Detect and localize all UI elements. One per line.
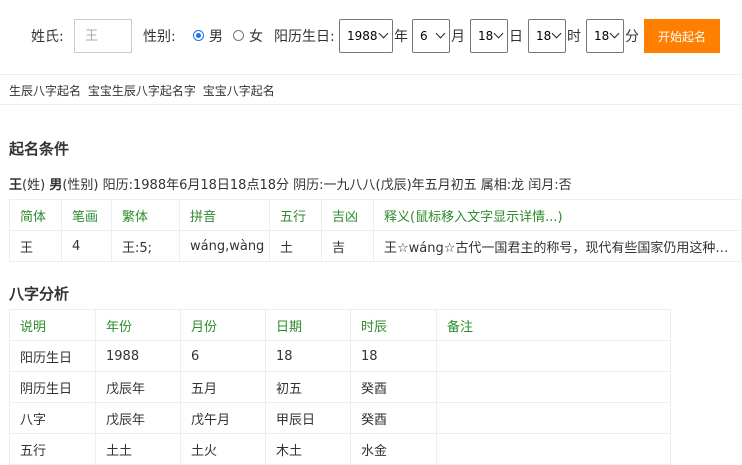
minute-select[interactable]: 18 [586,19,624,53]
col-strokes: 笔画 [61,199,112,231]
cell: 1988 [95,340,181,372]
cell-jixiong: 吉 [321,230,374,262]
gender-female-radio[interactable] [233,30,244,41]
conditions-heading: 起名条件 [9,140,70,158]
cell: 6 [180,340,266,372]
cell: 五行 [9,433,96,465]
cell-simplified: 王 [9,230,62,262]
col-description: 说明 [9,309,96,341]
table-row: 阳历生日 1988 6 18 18 [9,340,671,372]
col-jixiong: 吉凶 [321,199,374,231]
cell-notes [436,433,671,465]
year-select[interactable]: 1988 [339,19,393,53]
col-day: 日期 [265,309,351,341]
table-row: 王 4 王:5; wáng,wàng 土 吉 王☆wáng☆古代一国君主的称号，… [9,230,742,262]
hour-select[interactable]: 18 [528,19,566,53]
gender-label: 性别: [143,29,176,45]
chevron-down-icon [435,28,446,39]
year-value: 1988 [347,29,378,43]
cell-traditional: 王:5; [111,230,180,262]
table-row: 八字 戊辰年 戊午月 甲辰日 癸酉 [9,402,671,434]
month-select[interactable]: 6 [412,19,450,53]
start-naming-button[interactable]: 开始起名 [644,19,720,53]
bazi-heading: 八字分析 [9,285,70,303]
cell-strokes: 4 [61,230,112,262]
link-baby-bazi-naming[interactable]: 宝宝生辰八字起名字 [88,84,196,98]
table-header-row: 说明 年份 月份 日期 时辰 备注 [9,309,671,341]
day-select[interactable]: 18 [470,19,508,53]
name-form: 姓氏: 性别: 男 女 阳历生日: 1988 年 6 月 18 日 18 时 1… [0,0,742,75]
table-header-row: 简体 笔画 繁体 拼音 五行 吉凶 释义(鼠标移入文字显示详情...) [9,199,742,231]
cell: 土火 [180,433,266,465]
conditions-info: 王(姓) 男(性别) 阳历:1988年6月18日18点18分 阴历:一九八八(戊… [9,174,572,193]
birth-label: 阳历生日: [274,29,335,45]
chevron-down-icon [551,28,562,39]
gender-female-label[interactable]: 女 [249,26,263,46]
chevron-down-icon [378,28,389,39]
day-unit: 日 [509,29,523,45]
table-row: 阴历生日 戊辰年 五月 初五 癸酉 [9,371,671,403]
hour-value: 18 [536,29,552,43]
minute-unit: 分 [625,29,639,45]
gender-tag: (性别) [62,178,99,193]
divider [0,104,742,105]
surname-tag: (姓) [22,178,46,193]
cell-notes [436,402,671,434]
birth-details: 阳历:1988年6月18日18点18分 阴历:一九八八(戊辰)年五月初五 属相:… [102,178,572,193]
related-links: 生辰八字起名 宝宝生辰八字起名字 宝宝八字起名 [9,82,278,99]
gender-male-label[interactable]: 男 [209,26,223,46]
col-traditional: 繁体 [111,199,180,231]
cell: 18 [350,340,437,372]
cell: 五月 [180,371,266,403]
cell: 初五 [265,371,351,403]
cell-notes [436,340,671,372]
cell: 戊辰年 [95,371,181,403]
cell: 癸酉 [350,402,437,434]
cell-pinyin: wáng,wàng [179,230,270,262]
surname-value: 王 [9,178,23,193]
col-pinyin: 拼音 [179,199,270,231]
month-value: 6 [420,29,428,43]
chevron-down-icon [609,28,620,39]
chevron-down-icon [493,28,504,39]
col-hour: 时辰 [350,309,437,341]
col-notes: 备注 [436,309,671,341]
cell: 甲辰日 [265,402,351,434]
month-unit: 月 [451,29,465,45]
cell-wuxing: 土 [269,230,322,262]
col-wuxing: 五行 [269,199,322,231]
gender-value: 男 [49,178,63,193]
col-simplified: 简体 [9,199,62,231]
cell: 戊辰年 [95,402,181,434]
minute-value: 18 [594,29,610,43]
cell: 18 [265,340,351,372]
gender-male-radio[interactable] [193,30,204,41]
cell-notes [436,371,671,403]
bazi-table: 说明 年份 月份 日期 时辰 备注 阳历生日 1988 6 18 18 阴历生日… [9,309,671,465]
surname-input[interactable] [74,19,132,53]
year-unit: 年 [394,29,408,45]
link-baby-bazi[interactable]: 宝宝八字起名 [203,84,275,98]
day-value: 18 [478,29,494,43]
table-row: 五行 土土 土火 木土 水金 [9,433,671,465]
cell: 阴历生日 [9,371,96,403]
cell: 八字 [9,402,96,434]
hour-unit: 时 [567,29,581,45]
col-year: 年份 [95,309,181,341]
cell-meaning[interactable]: 王☆wáng☆古代一国君主的称号，现代有些国家仍用这种称号 [373,230,742,262]
cell: 水金 [350,433,437,465]
cell: 戊午月 [180,402,266,434]
col-month: 月份 [180,309,266,341]
link-bazi-naming[interactable]: 生辰八字起名 [9,84,81,98]
cell: 土土 [95,433,181,465]
cell: 木土 [265,433,351,465]
col-meaning: 释义(鼠标移入文字显示详情...) [373,199,742,231]
cell: 阳历生日 [9,340,96,372]
surname-label: 姓氏: [31,29,64,45]
cell: 癸酉 [350,371,437,403]
character-table: 简体 笔画 繁体 拼音 五行 吉凶 释义(鼠标移入文字显示详情...) 王 4 … [9,199,742,262]
